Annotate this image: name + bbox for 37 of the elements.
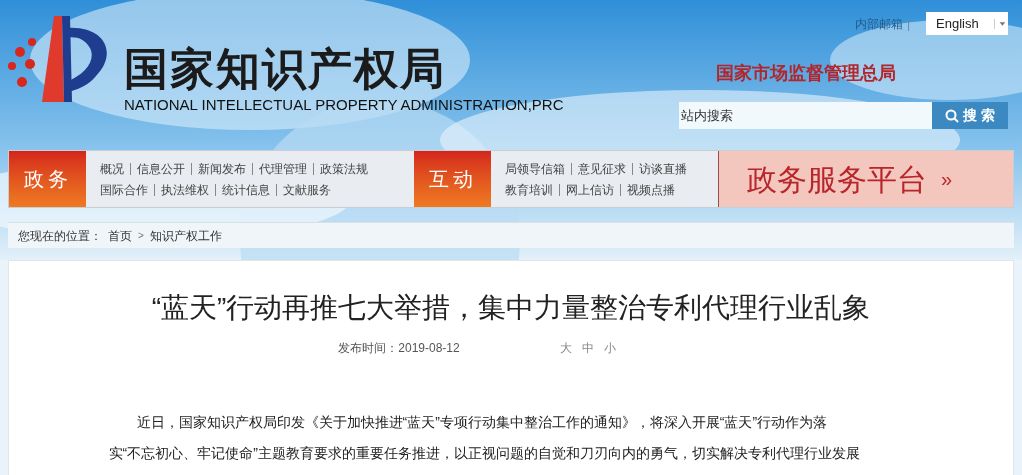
breadcrumb-separator: > (138, 229, 144, 243)
site-title: 国家知识产权局 (124, 44, 447, 94)
nav-link[interactable]: 局领导信箱 (505, 159, 565, 178)
nav-link[interactable]: 新闻发布 (198, 159, 246, 178)
font-size-link[interactable]: 中 (581, 339, 594, 357)
search-field[interactable]: 站内搜索 (679, 102, 932, 129)
breadcrumb-link[interactable]: 首页 (108, 226, 132, 245)
publish-date: 发布时间：2019-08-12 (338, 340, 460, 357)
nav-link[interactable]: 视频点播 (627, 180, 675, 199)
breadcrumb-link[interactable]: 知识产权工作 (149, 226, 222, 245)
nav-link[interactable]: 网上信访 (566, 180, 614, 199)
breadcrumb-label: 您现在的位置： (18, 227, 102, 245)
separator: | (906, 15, 910, 33)
nav-link[interactable]: 国际合作 (100, 180, 148, 199)
article-title: “蓝天”行动再推七大举措，集中力量整治专利代理行业乱象 (151, 291, 871, 325)
search-icon (945, 108, 960, 123)
section-label[interactable]: 互动 (414, 151, 491, 207)
article-paragraph: 近日，国家知识产权局印发《关于加快推进“蓝天”专项行动集中整治工作的通知》，将深入开展“蓝天”行动作为落 实“不忘初心、牢记使命”主题教育要求的重要任务推进，以正视问题的自觉和刀刃向内的勇气，切实解决专利代理行业发展 (108, 413, 861, 463)
font-size-link[interactable]: 小 (603, 339, 616, 357)
nav-link[interactable]: 意见征求 (578, 159, 626, 178)
language-select[interactable]: English (926, 12, 1008, 35)
nav-link[interactable]: 概况 (100, 159, 124, 178)
font-size-link[interactable]: 大 (559, 339, 572, 357)
search-button[interactable]: 搜 索 (932, 102, 1008, 129)
nav-link[interactable]: 执法维权 (161, 180, 209, 199)
nav-link[interactable]: 文献服务 (283, 180, 331, 199)
nav-link[interactable]: 信息公开 (137, 159, 185, 178)
nav-link[interactable]: 代理管理 (259, 159, 307, 178)
nav-link[interactable]: 统计信息 (222, 180, 270, 199)
agency-name: 国家市场监督管理总局 (716, 62, 896, 85)
service-platform-link[interactable]: 政务服务平台 » (719, 151, 1013, 207)
nav-link[interactable]: 政策法规 (320, 159, 368, 178)
section-label[interactable]: 政务 (9, 151, 86, 207)
caret-icon (994, 18, 1008, 29)
nav-link[interactable]: 教育培训 (505, 180, 553, 199)
site-subtitle: NATIONAL INTELLECTUAL PROPERTY ADMINISTRATION,PRC (124, 95, 564, 115)
nav-link[interactable]: 访谈直播 (639, 159, 687, 178)
